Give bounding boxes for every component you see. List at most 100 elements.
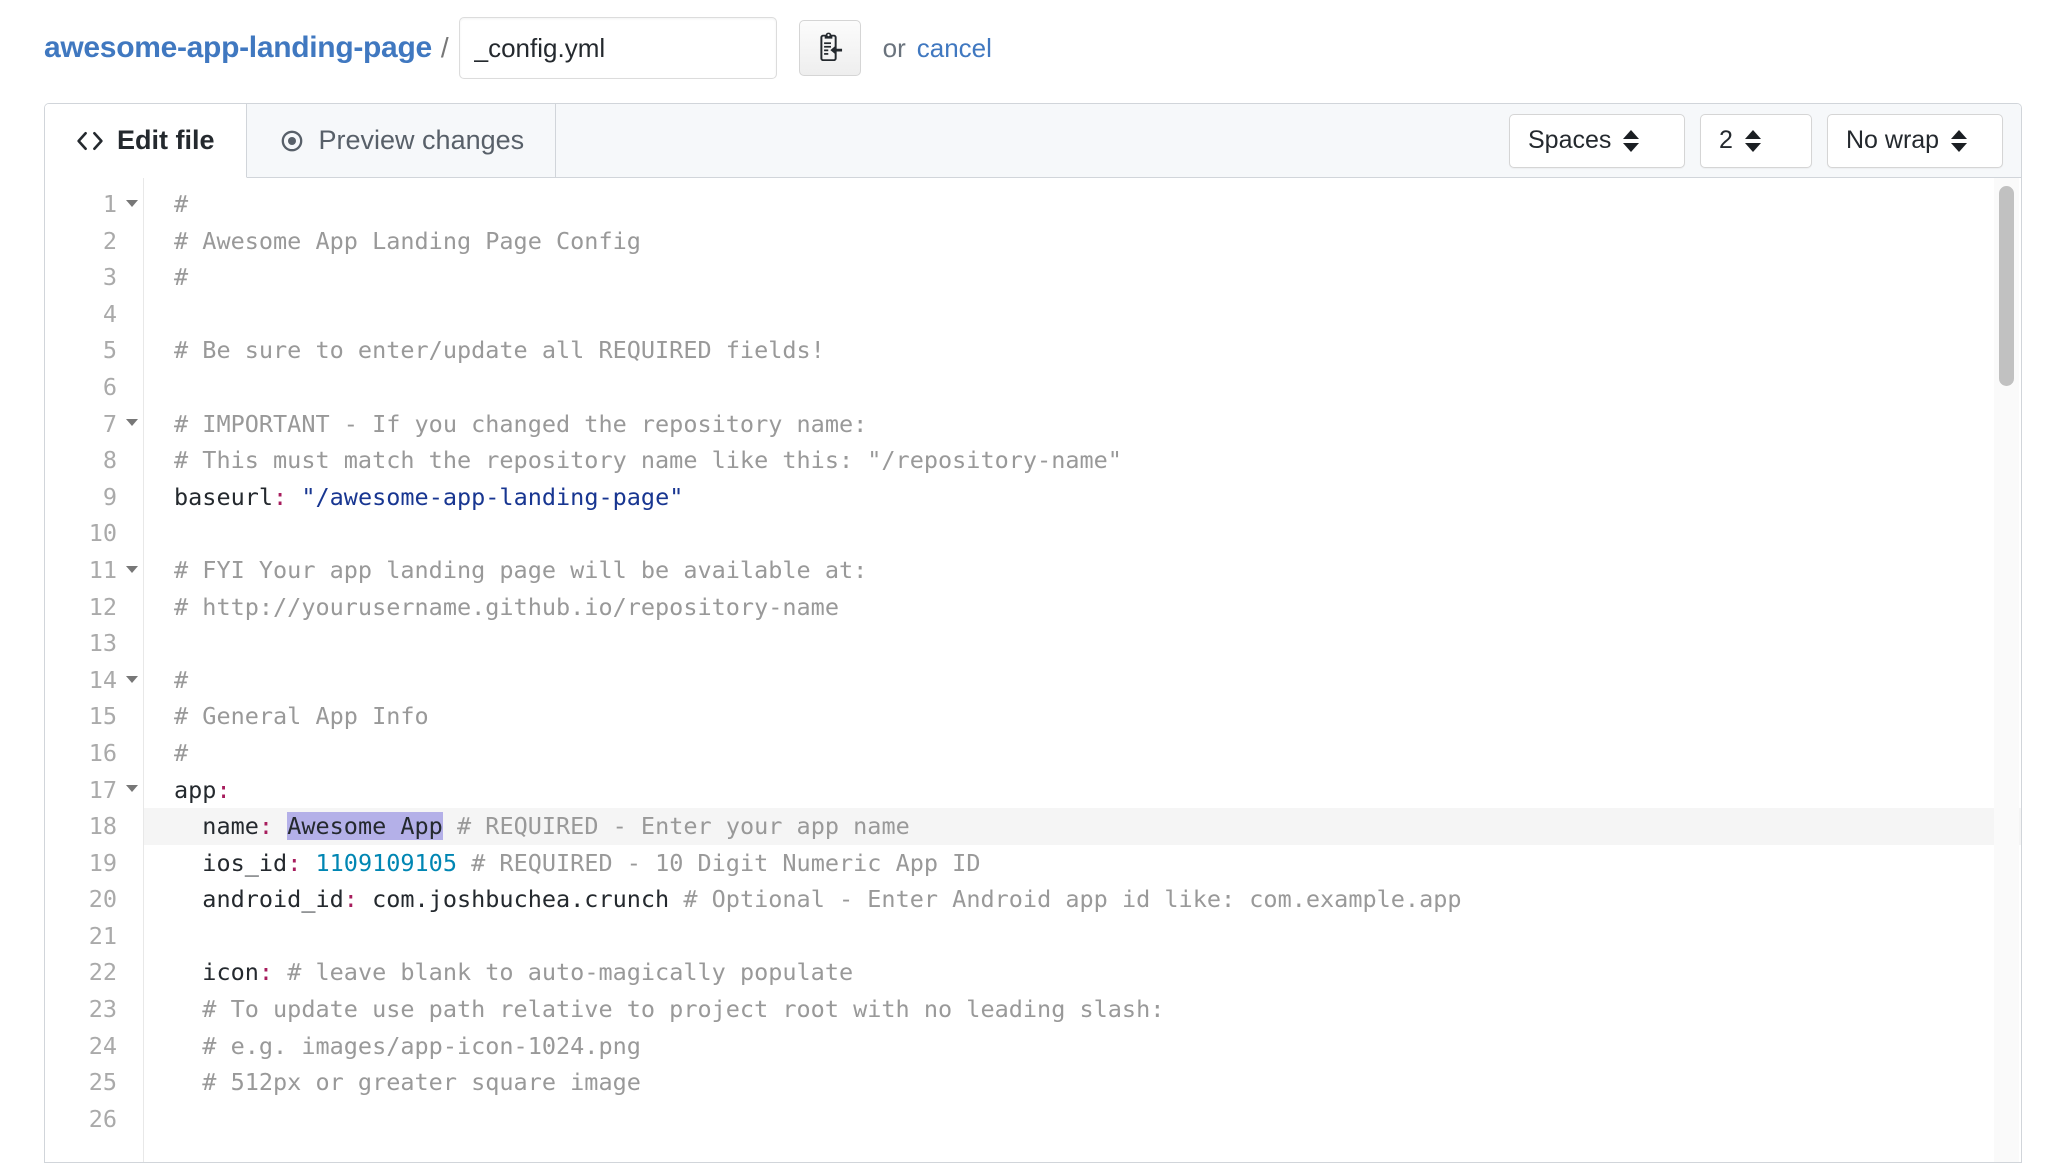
code-line-row[interactable]: 23 # To update use path relative to proj… bbox=[45, 991, 2021, 1028]
fold-toggle-icon[interactable] bbox=[121, 772, 143, 809]
filename-input[interactable] bbox=[459, 17, 777, 79]
line-number: 20 bbox=[45, 881, 121, 918]
fold-spacer bbox=[121, 223, 143, 260]
code-line-row[interactable]: 24 # e.g. images/app-icon-1024.png bbox=[45, 1028, 2021, 1065]
line-number: 12 bbox=[45, 589, 121, 626]
tab-preview-changes-label: Preview changes bbox=[319, 125, 525, 156]
code-line-row[interactable]: 25 # 512px or greater square image bbox=[45, 1064, 2021, 1101]
code-token-comment: # e.g. images/app-icon-1024.png bbox=[174, 1032, 641, 1060]
fold-toggle-icon[interactable] bbox=[121, 662, 143, 699]
indent-mode-value: Spaces bbox=[1510, 126, 1623, 155]
line-number: 17 bbox=[45, 772, 121, 809]
editor-scrollbar-thumb[interactable] bbox=[1999, 186, 2014, 386]
code-line-row[interactable]: 15# General App Info bbox=[45, 698, 2021, 735]
code-token-comment: # leave blank to auto-magically populate bbox=[287, 958, 853, 986]
file-editor-panel: Edit file Preview changes Spaces 2 bbox=[44, 103, 2022, 1163]
code-line-text bbox=[143, 625, 188, 662]
code-token-comment: # Optional - Enter Android app id like: … bbox=[683, 885, 1461, 913]
code-line-row[interactable]: 11 # FYI Your app landing page will be av… bbox=[45, 552, 2021, 589]
fold-spacer bbox=[121, 991, 143, 1028]
code-token-colon: : bbox=[259, 958, 273, 986]
fold-toggle-icon[interactable] bbox=[121, 186, 143, 223]
repo-breadcrumb-link[interactable]: awesome-app-landing-page bbox=[44, 31, 432, 65]
indent-size-select[interactable]: 2 bbox=[1700, 114, 1812, 168]
editor-scrollbar-track[interactable] bbox=[1994, 178, 2019, 1162]
code-line-text: # IMPORTANT - If you changed the reposit… bbox=[143, 406, 867, 443]
code-line-text: android_id: com.joshbuchea.crunch # Opti… bbox=[143, 881, 1462, 918]
code-token-plain bbox=[273, 812, 287, 840]
line-number: 13 bbox=[45, 625, 121, 662]
tab-edit-file[interactable]: Edit file bbox=[45, 104, 247, 178]
code-line-row[interactable]: 4 bbox=[45, 296, 2021, 333]
code-token-colon: : bbox=[259, 812, 273, 840]
code-token-key: baseurl bbox=[174, 483, 273, 511]
indent-size-value: 2 bbox=[1701, 126, 1745, 155]
code-line-text: # bbox=[143, 662, 188, 699]
code-line-row[interactable]: 6 bbox=[45, 369, 2021, 406]
fold-spacer bbox=[121, 1028, 143, 1065]
fold-toggle-icon[interactable] bbox=[121, 406, 143, 443]
line-number: 23 bbox=[45, 991, 121, 1028]
code-token-comment: # IMPORTANT - If you changed the reposit… bbox=[174, 410, 867, 438]
code-icon bbox=[76, 130, 104, 152]
fold-spacer bbox=[121, 735, 143, 772]
code-token-plain bbox=[273, 958, 287, 986]
line-number: 7 bbox=[45, 406, 121, 443]
code-line-row[interactable]: 2# Awesome App Landing Page Config bbox=[45, 223, 2021, 260]
code-line-row[interactable]: 13 bbox=[45, 625, 2021, 662]
editor-tabbar: Edit file Preview changes Spaces 2 bbox=[45, 104, 2021, 178]
code-editor-area[interactable]: 1#2# Awesome App Landing Page Config3#4 … bbox=[45, 178, 2021, 1163]
code-lines[interactable]: 1#2# Awesome App Landing Page Config3#4 … bbox=[45, 178, 2021, 1137]
code-token-comment: # FYI Your app landing page will be avai… bbox=[174, 556, 867, 584]
code-line-row[interactable]: 9baseurl: "/awesome-app-landing-page" bbox=[45, 479, 2021, 516]
code-line-row[interactable]: 17app: bbox=[45, 772, 2021, 809]
line-number: 9 bbox=[45, 479, 121, 516]
editor-toolbar-options: Spaces 2 No wrap bbox=[1509, 104, 2021, 177]
code-token-comment: # bbox=[174, 190, 188, 218]
indent-mode-select[interactable]: Spaces bbox=[1509, 114, 1685, 168]
code-line-text: # http://yourusername.github.io/reposito… bbox=[143, 589, 839, 626]
wrap-mode-select[interactable]: No wrap bbox=[1827, 114, 2003, 168]
code-line-row[interactable]: 16# bbox=[45, 735, 2021, 772]
code-line-row[interactable]: 8# This must match the repository name l… bbox=[45, 442, 2021, 479]
code-line-text bbox=[143, 515, 188, 552]
fold-spacer bbox=[121, 808, 143, 845]
code-line-row[interactable]: 20 android_id: com.joshbuchea.crunch # O… bbox=[45, 881, 2021, 918]
fold-spacer bbox=[121, 625, 143, 662]
code-line-row[interactable]: 21 bbox=[45, 918, 2021, 955]
code-line-row[interactable]: 7 # IMPORTANT - If you changed the reposi… bbox=[45, 406, 2021, 443]
code-token-colon: : bbox=[287, 849, 301, 877]
code-line-text: # bbox=[143, 186, 188, 223]
code-line-row[interactable]: 14 # bbox=[45, 662, 2021, 699]
line-number: 11 bbox=[45, 552, 121, 589]
code-line-row[interactable]: 26 bbox=[45, 1101, 2021, 1138]
code-line-row[interactable]: 10 bbox=[45, 515, 2021, 552]
cancel-link[interactable]: cancel bbox=[917, 33, 992, 64]
code-token-comment: # REQUIRED - 10 Digit Numeric App ID bbox=[471, 849, 980, 877]
line-number: 14 bbox=[45, 662, 121, 699]
code-line-row[interactable]: 12 # http://yourusername.github.io/reposi… bbox=[45, 589, 2021, 626]
code-token-plain bbox=[287, 483, 301, 511]
code-line-row[interactable]: 22 icon: # leave blank to auto-magically… bbox=[45, 954, 2021, 991]
code-line-row[interactable]: 3# bbox=[45, 259, 2021, 296]
code-token-string: "/awesome-app-landing-page" bbox=[301, 483, 683, 511]
code-line-row[interactable]: 1# bbox=[45, 186, 2021, 223]
fold-spacer bbox=[121, 332, 143, 369]
code-line-row[interactable]: 5# Be sure to enter/update all REQUIRED … bbox=[45, 332, 2021, 369]
code-line-row[interactable]: 19 ios_id: 1109109105 # REQUIRED - 10 Di… bbox=[45, 845, 2021, 882]
line-number: 2 bbox=[45, 223, 121, 260]
sort-arrows-icon bbox=[1951, 130, 1985, 152]
clipboard-paste-button[interactable] bbox=[799, 20, 861, 76]
code-line-text bbox=[143, 918, 188, 955]
code-token-comment: # bbox=[174, 739, 188, 767]
fold-toggle-icon[interactable] bbox=[121, 552, 143, 589]
fold-spacer bbox=[121, 698, 143, 735]
code-line-row[interactable]: 18 name: Awesome App # REQUIRED - Enter … bbox=[45, 808, 2021, 845]
line-number: 8 bbox=[45, 442, 121, 479]
code-token-comment: # To update use path relative to project… bbox=[174, 995, 1164, 1023]
code-line-text: # Be sure to enter/update all REQUIRED f… bbox=[143, 332, 825, 369]
tab-preview-changes[interactable]: Preview changes bbox=[247, 104, 557, 177]
fold-spacer bbox=[121, 259, 143, 296]
code-line-text: ios_id: 1109109105 # REQUIRED - 10 Digit… bbox=[143, 845, 980, 882]
code-line-text: # e.g. images/app-icon-1024.png bbox=[143, 1028, 641, 1065]
